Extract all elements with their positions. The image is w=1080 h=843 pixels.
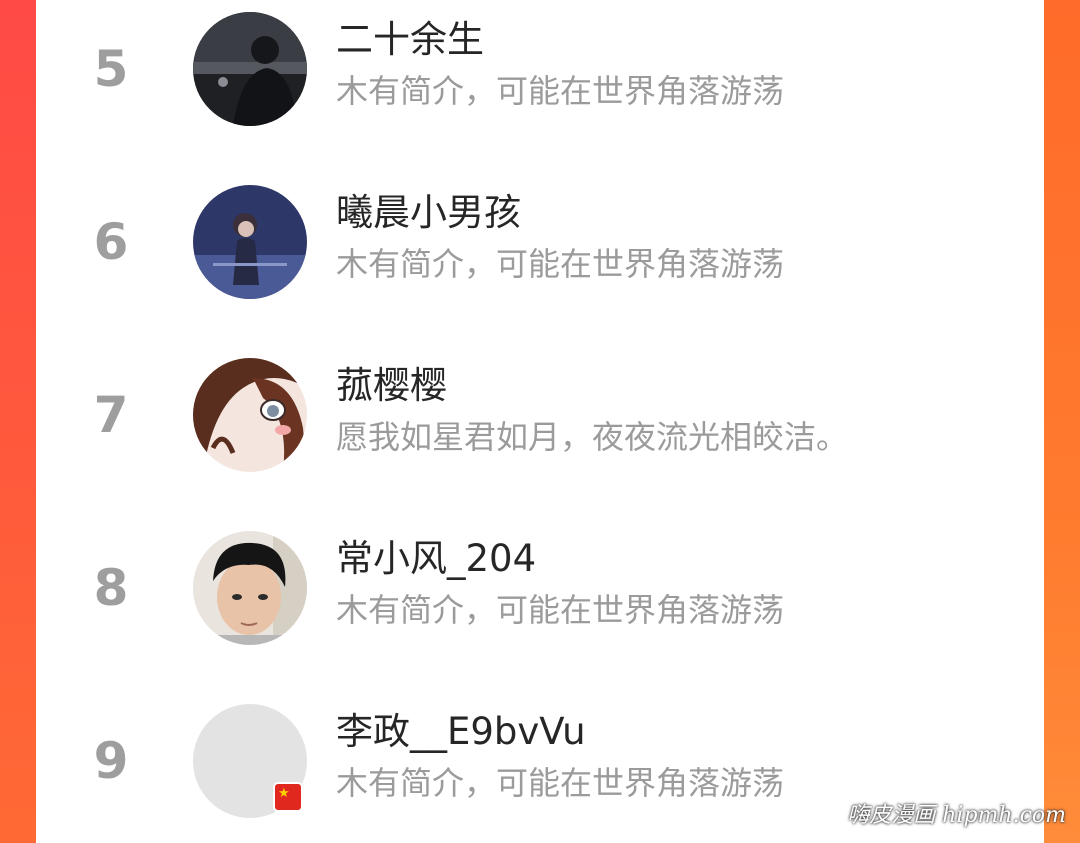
rank-number: 7 — [93, 386, 129, 444]
rank-number: 5 — [93, 40, 129, 98]
list-item[interactable]: 6 曦晨小男孩 木有简介，可能在世界角落游荡 — [36, 173, 1044, 313]
avatar[interactable] — [193, 358, 307, 472]
user-bio: 木有简介，可能在世界角落游荡 — [336, 764, 785, 802]
list-item[interactable]: 8 常小风_204 木有简介，可能在世界角落游荡 — [36, 519, 1044, 659]
list-item[interactable]: 5 二十余生 木有简介，可能在世界角落游荡 — [36, 0, 1044, 140]
anime-girl-avatar — [193, 358, 307, 472]
user-name[interactable]: 菰樱樱 — [336, 362, 447, 410]
user-bio: 木有简介，可能在世界角落游荡 — [336, 245, 785, 283]
user-bio: 愿我如星君如月，夜夜流光相皎洁。 — [336, 418, 849, 456]
watermark: 嗨皮漫画 hipmh.com — [847, 803, 1066, 828]
user-name[interactable]: 常小风_204 — [336, 535, 536, 583]
photo-boy-avatar — [193, 531, 307, 645]
user-name[interactable]: 曦晨小男孩 — [336, 189, 521, 237]
avatar[interactable] — [193, 185, 307, 299]
rank-number: 9 — [93, 732, 129, 790]
user-bio: 木有简介，可能在世界角落游荡 — [336, 72, 785, 110]
anime-boy-avatar — [193, 185, 307, 299]
flag-badge-icon: ★ — [273, 782, 303, 812]
avatar[interactable] — [193, 12, 307, 126]
list-item[interactable]: 7 菰樱樱 愿我如星君如月，夜夜流光相皎洁。 — [36, 346, 1044, 486]
right-edge-background — [1044, 0, 1080, 843]
rank-number: 6 — [93, 213, 129, 271]
avatar[interactable] — [193, 531, 307, 645]
user-bio: 木有简介，可能在世界角落游荡 — [336, 591, 785, 629]
dark-silhouette-avatar — [193, 12, 307, 126]
user-name[interactable]: 李政__E9bvVu — [336, 708, 586, 756]
user-name[interactable]: 二十余生 — [336, 16, 484, 64]
rank-number: 8 — [93, 559, 129, 617]
ranking-list: 5 二十余生 木有简介，可能在世界角落游荡 6 曦晨小男孩 木有简介，可能在世界… — [36, 0, 1044, 843]
